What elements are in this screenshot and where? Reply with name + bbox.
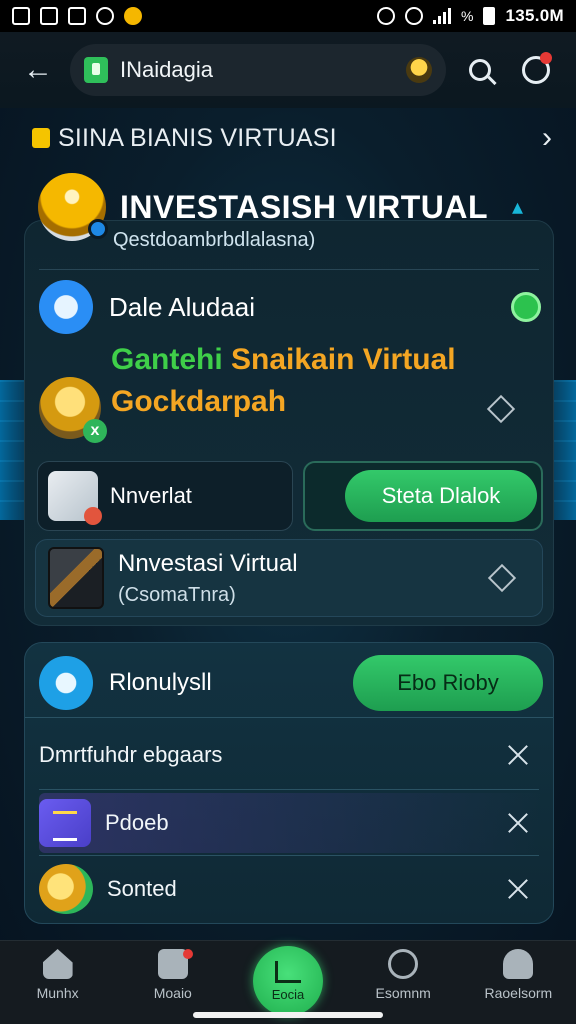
divider bbox=[39, 789, 539, 790]
app-icon bbox=[96, 7, 114, 25]
list-item-dale[interactable]: Dale Aludaai bbox=[39, 277, 541, 337]
status-bar: % 135.0M bbox=[0, 0, 576, 32]
address-bar[interactable]: INaidagia bbox=[70, 44, 446, 96]
card-header: Rlonulysll Ebo Rioby bbox=[39, 651, 543, 715]
nav-label: Moaio bbox=[153, 985, 192, 1001]
laptop-thumbnail bbox=[48, 547, 104, 609]
nav-label: Esomnm bbox=[375, 985, 431, 1001]
wifi-icon bbox=[405, 7, 424, 25]
address-text: INaidagia bbox=[120, 57, 213, 82]
emoji-icon bbox=[124, 7, 142, 25]
back-arrow-icon[interactable]: ← bbox=[18, 50, 58, 90]
nav-profile[interactable]: Raoelsorm bbox=[468, 949, 568, 1001]
list-item-label: Sonted bbox=[107, 876, 177, 901]
clock-icon bbox=[388, 949, 419, 979]
verified-badge-icon bbox=[88, 219, 108, 239]
close-icon[interactable] bbox=[503, 740, 533, 770]
tile-start: Steta Dlalok bbox=[303, 461, 543, 531]
notification-button[interactable] bbox=[514, 48, 558, 92]
list-item[interactable]: Pdoeb bbox=[39, 793, 543, 853]
home-icon bbox=[42, 949, 73, 979]
promo-subtitle: Gockdarpah bbox=[111, 385, 287, 418]
tag-icon bbox=[32, 128, 50, 148]
image-icon bbox=[12, 7, 30, 25]
close-icon[interactable] bbox=[503, 874, 533, 904]
coins-icon bbox=[39, 864, 93, 914]
chart-icon: ▴ bbox=[512, 194, 524, 219]
signal-icon bbox=[433, 8, 452, 24]
list-item-label: Pdoeb bbox=[105, 810, 169, 835]
section-header[interactable]: SIINA BIANIS VIRTUASI › bbox=[32, 118, 552, 158]
close-icon[interactable] bbox=[503, 808, 533, 838]
diamond-icon[interactable] bbox=[486, 394, 516, 424]
card-header-label: Rlonulysll bbox=[109, 669, 212, 696]
section-title: SIINA BIANIS VIRTUASI bbox=[58, 123, 337, 152]
divider bbox=[39, 269, 539, 270]
battery-icon bbox=[483, 7, 496, 25]
hero-header: INVESTASISH VIRTUAL ▴ bbox=[38, 172, 558, 242]
nav-home[interactable]: Munhx bbox=[8, 949, 108, 1001]
nav-label: Eocia bbox=[271, 986, 305, 1002]
tile-label: Nnverlat bbox=[110, 483, 192, 508]
close-badge-icon: x bbox=[83, 419, 107, 443]
nav-center-button[interactable]: Eocia bbox=[253, 946, 323, 1016]
nav-label: Raoelsorm bbox=[484, 985, 553, 1001]
promo-item[interactable]: x Gantehi Snaikain Virtual Gockdarpah bbox=[39, 341, 541, 451]
gold-coins-icon: x bbox=[39, 377, 107, 443]
home-indicator[interactable] bbox=[193, 1012, 383, 1018]
gallery-icon bbox=[40, 7, 58, 25]
site-icon bbox=[84, 57, 108, 83]
secondary-card: Rlonulysll Ebo Rioby Dmrtfuhdr ebgaars P… bbox=[24, 642, 554, 924]
action-tiles: Nnverlat Steta Dlalok bbox=[37, 461, 543, 531]
notification-dot bbox=[540, 52, 552, 64]
primary-button[interactable]: Ebo Rioby bbox=[353, 655, 543, 711]
coin-stack-icon bbox=[38, 173, 108, 241]
chevron-right-icon[interactable]: › bbox=[542, 121, 552, 155]
list-item-label: Dmrtfuhdr ebgaars bbox=[39, 742, 223, 767]
investment-card: Qestdoambrbdlalasna) Dale Aludaai x Gant… bbox=[24, 220, 554, 626]
search-icon bbox=[469, 59, 491, 81]
tools-icon bbox=[48, 471, 102, 525]
tile-nnverlat[interactable]: Nnverlat bbox=[37, 461, 293, 531]
browser-header: ← INaidagia bbox=[0, 32, 576, 108]
list-item-title: Nnvestasi Virtual bbox=[118, 549, 298, 577]
notification-dot bbox=[182, 949, 193, 959]
status-time: 135.0M bbox=[505, 6, 564, 25]
diamond-icon[interactable] bbox=[487, 563, 517, 593]
user-icon bbox=[503, 949, 534, 979]
settings-panel-icon bbox=[39, 799, 91, 847]
search-button[interactable] bbox=[458, 48, 502, 92]
start-button[interactable]: Steta Dlalok bbox=[345, 470, 537, 522]
whatsapp-icon[interactable] bbox=[511, 292, 541, 322]
list-item-label: Dale Aludaai bbox=[109, 291, 255, 322]
alarm-icon bbox=[377, 7, 396, 25]
promo-title-green: Gantehi bbox=[111, 343, 232, 376]
coin-icon[interactable] bbox=[406, 57, 432, 83]
list-item-subtitle: (CsomaTnra) bbox=[118, 583, 236, 606]
chart-icon bbox=[275, 960, 301, 983]
nav-store[interactable]: Moaio bbox=[123, 949, 223, 1001]
promo-title-yellow: Snaikain Virtual bbox=[231, 343, 456, 376]
divider bbox=[25, 717, 553, 718]
divider bbox=[39, 855, 539, 856]
nav-history[interactable]: Esomnm bbox=[353, 949, 453, 1001]
promo-title: Gantehi Snaikain Virtual bbox=[111, 343, 456, 377]
list-item-text: Nnvestasi Virtual (CsomaTnra) bbox=[118, 550, 478, 607]
chat-icon bbox=[39, 656, 93, 710]
hero-title: INVESTASISH VIRTUAL bbox=[120, 188, 489, 225]
list-item[interactable]: Sonted bbox=[39, 857, 543, 921]
battery-percent: % bbox=[461, 8, 474, 24]
shield-icon bbox=[39, 280, 93, 334]
nav-label: Munhx bbox=[36, 985, 79, 1001]
news-icon bbox=[68, 7, 86, 25]
list-item-investasi[interactable]: Nnvestasi Virtual (CsomaTnra) bbox=[35, 539, 543, 617]
list-item[interactable]: Dmrtfuhdr ebgaars bbox=[39, 731, 543, 779]
